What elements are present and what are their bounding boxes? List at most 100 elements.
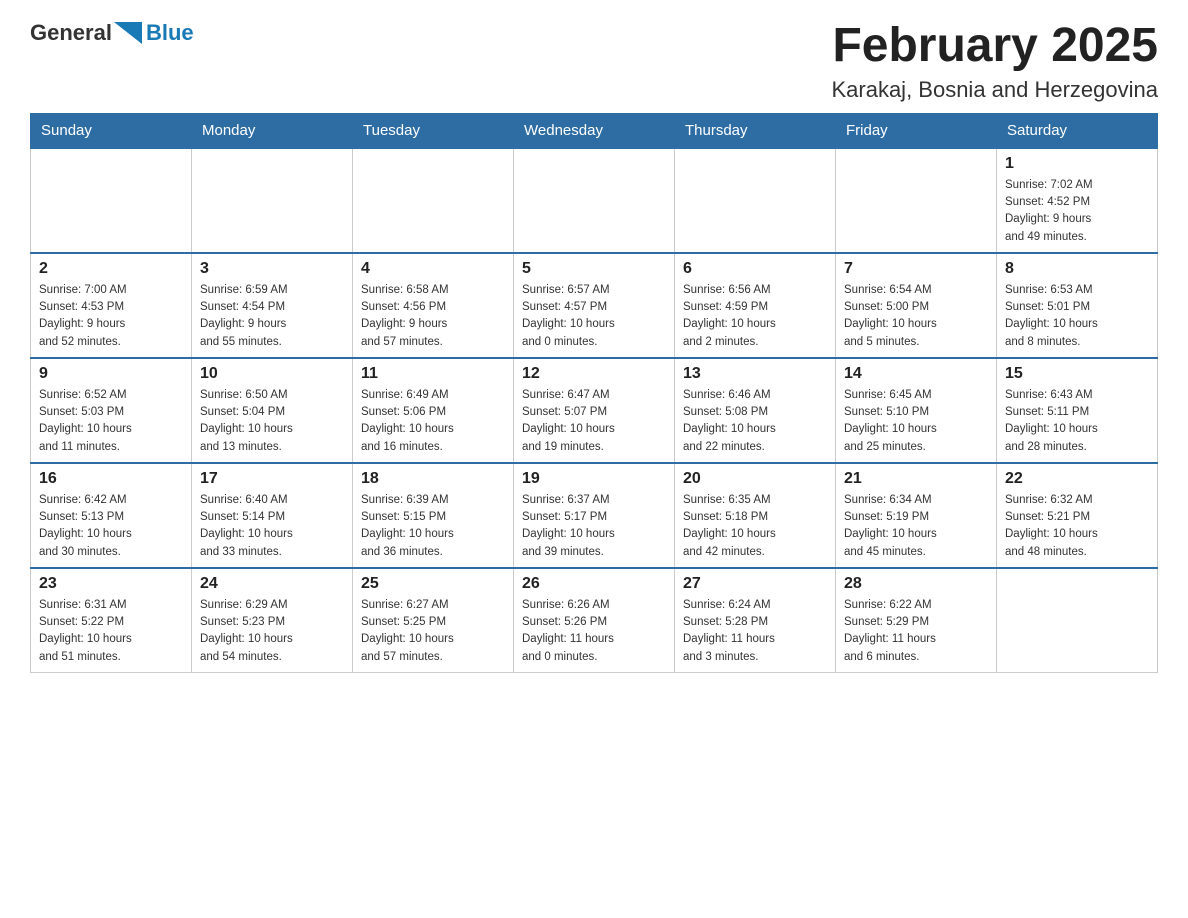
calendar-week-row: 9 Sunrise: 6:52 AM Sunset: 5:03 PM Daylig… [31,358,1158,463]
col-friday: Friday [836,113,997,148]
calendar-week-row: 2 Sunrise: 7:00 AM Sunset: 4:53 PM Daylig… [31,253,1158,358]
col-wednesday: Wednesday [514,113,675,148]
day-info: Sunrise: 6:46 AM Sunset: 5:08 PM Dayligh… [683,387,827,456]
day-number: 16 [39,470,183,488]
month-title: February 2025 [831,20,1158,73]
day-info: Sunrise: 6:26 AM Sunset: 5:26 PM Dayligh… [522,597,666,666]
table-row: 10 Sunrise: 6:50 AM Sunset: 5:04 PM Dayli… [192,358,353,463]
table-row: 12Sunrise: 6:47 AM Sunset: 5:07 PM Dayli… [514,358,675,463]
table-row: 3 Sunrise: 6:59 AM Sunset: 4:54 PM Daylig… [192,253,353,358]
day-number: 11 [361,365,505,383]
table-row: 11 Sunrise: 6:49 AM Sunset: 5:06 PM Dayli… [353,358,514,463]
day-info: Sunrise: 6:29 AM Sunset: 5:23 PM Dayligh… [200,597,344,666]
calendar-week-row: 1 Sunrise: 7:02 AM Sunset: 4:52 PM Daylig… [31,148,1158,253]
table-row: 22 Sunrise: 6:32 AM Sunset: 5:21 PM Dayli… [997,463,1158,568]
day-number: 15 [1005,365,1149,383]
day-info: Sunrise: 6:52 AM Sunset: 5:03 PM Dayligh… [39,387,183,456]
table-row: 15 Sunrise: 6:43 AM Sunset: 5:11 PM Dayli… [997,358,1158,463]
table-row [997,568,1158,673]
day-number: 23 [39,575,183,593]
table-row: 24Sunrise: 6:29 AM Sunset: 5:23 PM Dayli… [192,568,353,673]
day-number: 19 [522,470,666,488]
calendar-header-row: Sunday Monday Tuesday Wednesday Thursday… [31,113,1158,148]
day-number: 1 [1005,155,1149,173]
table-row: 19 Sunrise: 6:37 AM Sunset: 5:17 PM Dayli… [514,463,675,568]
calendar-table: Sunday Monday Tuesday Wednesday Thursday… [30,113,1158,673]
table-row: 9 Sunrise: 6:52 AM Sunset: 5:03 PM Daylig… [31,358,192,463]
calendar-week-row: 23 Sunrise: 6:31 AM Sunset: 5:22 PM Dayli… [31,568,1158,673]
day-number: 13 [683,365,827,383]
table-row: 2 Sunrise: 7:00 AM Sunset: 4:53 PM Daylig… [31,253,192,358]
day-info: Sunrise: 6:42 AM Sunset: 5:13 PM Dayligh… [39,492,183,561]
day-info: Sunrise: 6:53 AM Sunset: 5:01 PM Dayligh… [1005,282,1149,351]
table-row: 23 Sunrise: 6:31 AM Sunset: 5:22 PM Dayli… [31,568,192,673]
day-number: 3 [200,260,344,278]
logo-blue-text: Blue [146,20,194,45]
calendar-week-row: 16 Sunrise: 6:42 AM Sunset: 5:13 PM Dayli… [31,463,1158,568]
table-row: 27 Sunrise: 6:24 AM Sunset: 5:28 PM Dayli… [675,568,836,673]
page-header: General Blue February 2025 Karakaj, Bosn… [30,20,1158,103]
day-info: Sunrise: 6:57 AM Sunset: 4:57 PM Dayligh… [522,282,666,351]
table-row: 1 Sunrise: 7:02 AM Sunset: 4:52 PM Daylig… [997,148,1158,253]
day-number: 6 [683,260,827,278]
day-info: Sunrise: 6:22 AM Sunset: 5:29 PM Dayligh… [844,597,988,666]
day-number: 8 [1005,260,1149,278]
day-info: Sunrise: 6:58 AM Sunset: 4:56 PM Dayligh… [361,282,505,351]
day-number: 17 [200,470,344,488]
table-row [31,148,192,253]
day-number: 27 [683,575,827,593]
day-number: 20 [683,470,827,488]
day-info: Sunrise: 6:56 AM Sunset: 4:59 PM Dayligh… [683,282,827,351]
day-info: Sunrise: 6:37 AM Sunset: 5:17 PM Dayligh… [522,492,666,561]
day-info: Sunrise: 6:35 AM Sunset: 5:18 PM Dayligh… [683,492,827,561]
day-info: Sunrise: 6:39 AM Sunset: 5:15 PM Dayligh… [361,492,505,561]
day-info: Sunrise: 6:50 AM Sunset: 5:04 PM Dayligh… [200,387,344,456]
table-row [192,148,353,253]
table-row: 21 Sunrise: 6:34 AM Sunset: 5:19 PM Dayli… [836,463,997,568]
col-sunday: Sunday [31,113,192,148]
day-number: 21 [844,470,988,488]
title-section: February 2025 Karakaj, Bosnia and Herzeg… [831,20,1158,103]
day-info: Sunrise: 6:54 AM Sunset: 5:00 PM Dayligh… [844,282,988,351]
day-info: Sunrise: 6:24 AM Sunset: 5:28 PM Dayligh… [683,597,827,666]
day-info: Sunrise: 6:49 AM Sunset: 5:06 PM Dayligh… [361,387,505,456]
day-info: Sunrise: 6:27 AM Sunset: 5:25 PM Dayligh… [361,597,505,666]
location-title: Karakaj, Bosnia and Herzegovina [831,77,1158,103]
day-info: Sunrise: 7:00 AM Sunset: 4:53 PM Dayligh… [39,282,183,351]
day-number: 2 [39,260,183,278]
table-row: 6 Sunrise: 6:56 AM Sunset: 4:59 PM Daylig… [675,253,836,358]
day-info: Sunrise: 7:02 AM Sunset: 4:52 PM Dayligh… [1005,177,1149,246]
logo-general-text: General [30,20,112,46]
table-row: 17Sunrise: 6:40 AM Sunset: 5:14 PM Dayli… [192,463,353,568]
table-row [836,148,997,253]
table-row: 13 Sunrise: 6:46 AM Sunset: 5:08 PM Dayli… [675,358,836,463]
day-number: 10 [200,365,344,383]
day-info: Sunrise: 6:45 AM Sunset: 5:10 PM Dayligh… [844,387,988,456]
col-thursday: Thursday [675,113,836,148]
day-number: 14 [844,365,988,383]
col-monday: Monday [192,113,353,148]
table-row: 18 Sunrise: 6:39 AM Sunset: 5:15 PM Dayli… [353,463,514,568]
logo-triangle-icon [114,22,142,44]
table-row: 16 Sunrise: 6:42 AM Sunset: 5:13 PM Dayli… [31,463,192,568]
day-number: 12 [522,365,666,383]
day-number: 22 [1005,470,1149,488]
day-number: 18 [361,470,505,488]
day-info: Sunrise: 6:34 AM Sunset: 5:19 PM Dayligh… [844,492,988,561]
table-row: 8 Sunrise: 6:53 AM Sunset: 5:01 PM Daylig… [997,253,1158,358]
day-info: Sunrise: 6:43 AM Sunset: 5:11 PM Dayligh… [1005,387,1149,456]
day-number: 25 [361,575,505,593]
day-info: Sunrise: 6:32 AM Sunset: 5:21 PM Dayligh… [1005,492,1149,561]
day-number: 7 [844,260,988,278]
day-number: 9 [39,365,183,383]
day-info: Sunrise: 6:31 AM Sunset: 5:22 PM Dayligh… [39,597,183,666]
table-row: 28Sunrise: 6:22 AM Sunset: 5:29 PM Dayli… [836,568,997,673]
col-tuesday: Tuesday [353,113,514,148]
table-row: 7 Sunrise: 6:54 AM Sunset: 5:00 PM Daylig… [836,253,997,358]
table-row: 26Sunrise: 6:26 AM Sunset: 5:26 PM Dayli… [514,568,675,673]
table-row: 4 Sunrise: 6:58 AM Sunset: 4:56 PM Daylig… [353,253,514,358]
table-row: 14 Sunrise: 6:45 AM Sunset: 5:10 PM Dayli… [836,358,997,463]
day-info: Sunrise: 6:59 AM Sunset: 4:54 PM Dayligh… [200,282,344,351]
day-number: 4 [361,260,505,278]
table-row: 25 Sunrise: 6:27 AM Sunset: 5:25 PM Dayli… [353,568,514,673]
